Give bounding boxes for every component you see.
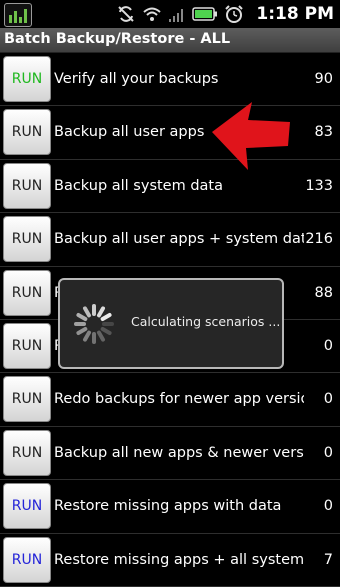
run-button[interactable]: RUN [3,429,51,476]
run-button[interactable]: RUN [3,536,51,583]
page-title: Batch Backup/Restore - ALL [4,31,231,47]
run-button[interactable]: RUN [3,56,51,102]
sync-off-icon [118,6,134,22]
scenario-label: Backup all new apps & newer versions [54,444,304,461]
status-time: 1:18 PM [256,4,334,24]
app-count: 7 [323,551,333,568]
scenario-label: Verify all your backups [54,71,219,87]
scenario-row[interactable]: RUNBackup all new apps & newer versions 0 [0,427,340,481]
app-count: 216 [305,231,333,248]
scenario-label: Backup all user apps [54,124,205,141]
loading-spinner-icon [74,304,114,344]
run-button[interactable]: RUN [3,216,51,263]
run-button[interactable]: RUN [3,162,51,209]
app-count: 0 [323,444,333,461]
app-count: 0 [323,391,333,408]
title-bar: Batch Backup/Restore - ALL [0,28,340,53]
wifi-icon [143,7,161,21]
scenario-label: Backup all system data [54,177,224,194]
scenario-label: Restore missing apps + all system data [54,551,304,568]
run-button[interactable]: RUN [3,322,51,369]
signal-icon [169,9,183,22]
run-button[interactable]: RUN [3,269,51,316]
app-count: 133 [305,177,333,194]
scenario-row[interactable]: RUNRestore missing apps + all system dat… [0,534,340,587]
red-arrow-annotation [212,102,290,170]
battery-icon [192,7,217,21]
progress-dialog: Calculating scenarios ... [58,278,284,369]
alarm-icon [225,5,243,23]
scenario-label: Restore missing apps with data [54,498,282,515]
app-count: 88 [314,284,333,301]
app-icon [4,3,32,27]
run-button[interactable]: RUN [3,376,51,423]
app-count: 0 [323,337,333,354]
app-count: 83 [314,124,333,141]
status-bar: 1:18 PM [0,0,340,28]
run-button[interactable]: RUN [3,109,51,156]
app-count: 0 [323,498,333,515]
app-count: 90 [314,71,333,87]
scenario-row[interactable]: RUN Backup all user apps + system data 216 [0,213,340,267]
scenario-row[interactable]: RUN Redo backups for newer app versions 0 [0,373,340,427]
scenario-row[interactable]: RUN Restore missing apps with data 0 [0,480,340,534]
scenario-label: Backup all user apps + system data [54,231,304,248]
scenario-label: Redo backups for newer app versions [54,391,304,408]
progress-message: Calculating scenarios ... [131,314,281,329]
run-button[interactable]: RUN [3,483,51,530]
